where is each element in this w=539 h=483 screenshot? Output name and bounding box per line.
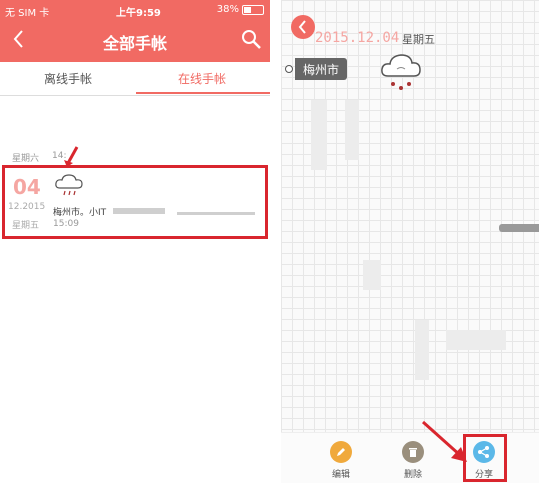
blurred-area	[345, 100, 359, 160]
blurred-area	[311, 100, 327, 170]
blurred-text	[113, 208, 165, 214]
active-tab-indicator	[136, 92, 270, 94]
red-arrow-annotation	[421, 420, 467, 462]
status-time: 上午9:59	[116, 8, 161, 19]
journal-entry-highlighted[interactable]: 04 12.2015 星期五 梅州市。小IT 15:09	[2, 165, 268, 239]
pencil-icon	[337, 448, 345, 456]
search-icon	[242, 30, 261, 49]
entry-day: 04	[13, 175, 41, 199]
delete-label: 删除	[403, 470, 422, 480]
entry-location: 梅州市。小IT	[53, 208, 107, 218]
nav-bar: 全部手帐	[0, 20, 270, 62]
prev-entry-weekday: 星期六	[12, 154, 40, 164]
tab-online[interactable]: 在线手帐	[178, 70, 226, 87]
edit-label: 编辑	[331, 470, 350, 480]
battery-percent: 38%	[216, 4, 239, 15]
journal-weekday: 星期五	[402, 33, 435, 46]
blurred-area	[415, 320, 429, 380]
tab-offline[interactable]: 离线手帐	[44, 70, 92, 87]
entry-month-year: 12.2015	[8, 202, 46, 212]
edit-icon-circle	[330, 441, 352, 463]
side-drawer-handle[interactable]	[499, 224, 539, 232]
status-bar: 无 SIM 卡 上午9:59 38%	[0, 0, 270, 20]
location-dot-icon	[285, 65, 293, 73]
carrier-label: 无 SIM 卡	[5, 8, 50, 19]
status-right: 38%	[217, 4, 264, 15]
search-button[interactable]	[240, 28, 262, 50]
journal-detail-screen: 2015.12.04 星期五 梅州市 编辑 删除 分享	[281, 0, 539, 483]
journal-list-screen: 无 SIM 卡 上午9:59 38% 全部手帐 离线手帐 在线手帐 星期六 14…	[0, 0, 270, 483]
tab-bar: 离线手帐 在线手帐	[0, 62, 270, 96]
blurred-text	[177, 212, 255, 215]
entry-time: 15:09	[53, 219, 79, 229]
screenshot-composite: 无 SIM 卡 上午9:59 38% 全部手帐 离线手帐 在线手帐 星期六 14…	[0, 0, 539, 483]
edit-button[interactable]: 编辑	[323, 441, 359, 480]
rain-cloud-icon	[381, 54, 421, 90]
trash-icon	[409, 448, 417, 457]
location-tag: 梅州市	[295, 58, 348, 80]
rain-cloud-icon	[55, 174, 83, 196]
blurred-area	[363, 260, 381, 290]
blurred-area	[446, 330, 506, 350]
battery-icon	[242, 4, 264, 15]
page-title: 全部手帐	[102, 34, 167, 53]
journal-date: 2015.12.04	[315, 30, 400, 46]
entry-weekday: 星期五	[12, 221, 40, 231]
back-button[interactable]	[291, 15, 315, 39]
battery-level	[244, 6, 251, 13]
chevron-left-icon	[298, 20, 306, 34]
